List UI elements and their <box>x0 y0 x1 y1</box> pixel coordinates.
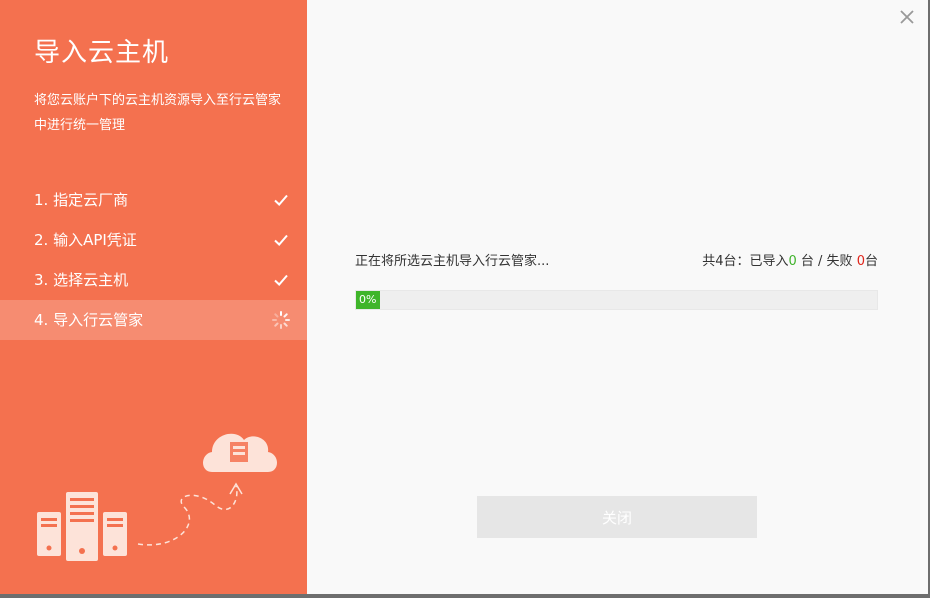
step-2-api-credentials[interactable]: 2. 输入API凭证 <box>0 220 307 260</box>
failed-count: 0 <box>856 254 865 269</box>
step-label: 4. 导入行云管家 <box>34 311 144 329</box>
import-status-row: 正在将所选云主机导入行云管家... 共4台：已导入0 台 / 失败 0台 <box>355 250 878 270</box>
check-icon <box>274 274 288 286</box>
step-label: 1. 指定云厂商 <box>34 191 129 209</box>
check-icon <box>274 234 288 246</box>
check-icon <box>274 194 288 206</box>
step-3-select-hosts[interactable]: 3. 选择云主机 <box>0 260 307 300</box>
close-icon[interactable] <box>898 8 916 26</box>
step-label: 2. 输入API凭证 <box>34 231 137 249</box>
step-4-import[interactable]: 4. 导入行云管家 <box>0 300 307 340</box>
imported-count: 0 <box>788 254 797 269</box>
step-1-specify-vendor[interactable]: 1. 指定云厂商 <box>0 180 307 220</box>
sidebar-description: 将您云账户下的云主机资源导入至行云管家中进行统一管理 <box>34 93 282 133</box>
import-progress-bar: 0% <box>355 290 878 310</box>
server-cloud-illustration <box>37 433 277 561</box>
summary-middle: 台 / 失败 <box>796 254 857 269</box>
import-summary: 共4台：已导入0 台 / 失败 0台 <box>702 250 878 269</box>
sidebar-title: 导入云主机 <box>34 38 170 68</box>
summary-suffix: 台 <box>864 254 878 269</box>
import-status-text: 正在将所选云主机导入行云管家... <box>355 254 550 269</box>
close-button[interactable]: 关闭 <box>477 496 757 538</box>
step-label: 3. 选择云主机 <box>34 271 129 289</box>
progress-fill: 0% <box>356 291 380 309</box>
spinner-icon <box>272 311 290 329</box>
import-dialog: 导入云主机 将您云账户下的云主机资源导入至行云管家中进行统一管理 1. 指定云厂… <box>0 0 928 594</box>
sidebar: 导入云主机 将您云账户下的云主机资源导入至行云管家中进行统一管理 1. 指定云厂… <box>0 0 307 594</box>
step-list: 1. 指定云厂商 2. 输入API凭证 3. 选择云主机 4. 导入行云管家 <box>0 180 307 340</box>
summary-prefix: 共4台：已导入 <box>702 254 789 269</box>
